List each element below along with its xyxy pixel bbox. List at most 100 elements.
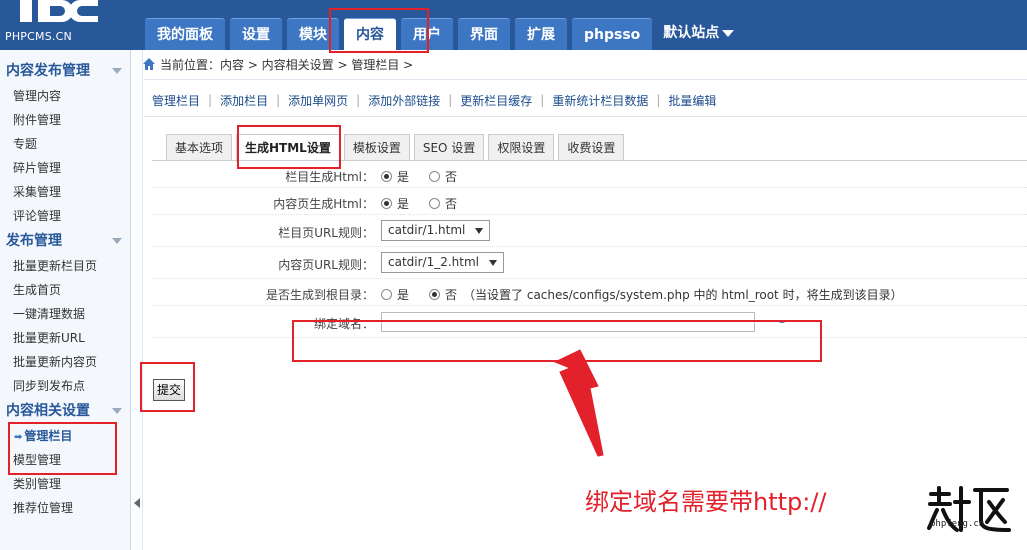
select-value: catdir/1_2.html	[388, 255, 480, 269]
nav-tab-settings[interactable]: 设置	[230, 18, 282, 50]
radio-unchecked-icon	[429, 198, 441, 209]
separator: |	[208, 93, 213, 107]
radio-category-html-no[interactable]: 否	[429, 168, 457, 185]
radio-label: 否	[445, 197, 458, 211]
chevron-down-icon	[112, 408, 122, 414]
sidebar-item-collect[interactable]: 采集管理	[0, 180, 130, 204]
sidebar-section-title: 发布管理	[6, 233, 62, 249]
home-icon[interactable]	[142, 57, 156, 71]
sidebar-item-fragments[interactable]: 碎片管理	[0, 156, 130, 180]
tab-basic[interactable]: 基本选项	[166, 134, 233, 161]
top-nav: 我的面板 设置 模块 内容 用户 界面 扩展 phpsso 默认站点	[145, 18, 740, 50]
sidebar-item-manage-category[interactable]: ➡ 管理栏目	[0, 424, 130, 448]
nav-tab-dashboard[interactable]: 我的面板	[145, 18, 225, 50]
sidebar-item-sync-publish[interactable]: 同步到发布点	[0, 374, 130, 398]
radio-label: 是	[397, 288, 410, 302]
caret-down-icon	[722, 29, 735, 37]
main-panel: 当前位置：内容 > 内容相关设置 > 管理栏目 > 管理栏目 | 添加栏目 | 添加…	[142, 50, 1027, 550]
html-settings-form: 栏目生成Html： 是 否 内容页生成Html： 是 否 栏目页URL规则： c…	[152, 161, 1027, 338]
action-batch-edit[interactable]: 批量编辑	[668, 92, 716, 109]
nav-tab-content[interactable]: 内容	[344, 18, 396, 50]
form-row-root-dir: 是否生成到根目录： 是 否 （当设置了 caches/configs/syste…	[152, 279, 1027, 306]
radio-label: 否	[445, 170, 458, 184]
phpcms-logo-icon	[20, 0, 98, 22]
sidebar-item-comments[interactable]: 评论管理	[0, 204, 130, 228]
radio-content-html-yes[interactable]: 是	[381, 195, 409, 212]
radio-checked-icon	[381, 171, 392, 182]
action-add-single-page[interactable]: 添加单网页	[288, 92, 348, 109]
sidebar-item-model-manage[interactable]: 模型管理	[0, 448, 130, 472]
chevron-down-icon	[112, 238, 122, 244]
separator: |	[448, 93, 453, 107]
sidebar-section-publish[interactable]: 发布管理	[0, 228, 130, 254]
sidebar: 内容发布管理 管理内容 附件管理 专题 碎片管理 采集管理 评论管理 发布管理 …	[0, 50, 131, 550]
radio-unchecked-icon	[429, 171, 441, 182]
nav-tab-phpsso[interactable]: phpsso	[572, 18, 653, 50]
radio-label: 是	[397, 197, 410, 211]
sidebar-item-update-url[interactable]: 批量更新URL	[0, 326, 130, 350]
bind-domain-input[interactable]	[381, 312, 755, 332]
field-label: 栏目页URL规则：	[278, 226, 374, 240]
caret-down-icon	[475, 227, 484, 234]
nav-tab-users[interactable]: 用户	[401, 18, 453, 50]
top-header: PHPCMS.CN 我的面板 设置 模块 内容 用户 界面 扩展 phpsso …	[0, 0, 1027, 50]
field-label: 内容页生成Html：	[273, 197, 374, 211]
radio-checked-icon	[381, 198, 392, 209]
sidebar-section-content-settings[interactable]: 内容相关设置	[0, 398, 130, 424]
radio-root-dir-yes[interactable]: 是	[381, 286, 409, 303]
separator: |	[656, 93, 661, 107]
tab-seo[interactable]: SEO 设置	[413, 134, 485, 161]
sidebar-item-attachments[interactable]: 附件管理	[0, 108, 130, 132]
radio-content-html-no[interactable]: 否	[429, 195, 457, 212]
annotation-note: 绑定域名需要带http://	[585, 488, 827, 516]
separator: |	[276, 93, 281, 107]
sidebar-item-clean-data[interactable]: 一键清理数据	[0, 302, 130, 326]
action-manage-category[interactable]: 管理栏目	[152, 92, 200, 109]
action-add-external-link[interactable]: 添加外部链接	[368, 92, 440, 109]
submit-button[interactable]: 提交	[153, 379, 186, 401]
sidebar-section-title: 内容相关设置	[6, 403, 90, 419]
sidebar-section-content-publish[interactable]: 内容发布管理	[0, 58, 130, 84]
logo-text: PHPCMS.CN	[5, 30, 72, 43]
action-update-cache[interactable]: 更新栏目缓存	[460, 92, 532, 109]
action-recount-data[interactable]: 重新统计栏目数据	[552, 92, 648, 109]
field-label: 栏目生成Html：	[285, 170, 374, 184]
content-url-rule-select[interactable]: catdir/1_2.html	[381, 252, 505, 273]
sidebar-item-update-category-pages[interactable]: 批量更新栏目页	[0, 254, 130, 278]
nav-tab-modules[interactable]: 模块	[287, 18, 339, 50]
sidebar-item-label: 管理栏目	[24, 429, 73, 443]
tab-permissions[interactable]: 权限设置	[488, 134, 555, 161]
tab-template[interactable]: 模板设置	[343, 134, 410, 161]
form-row-category-html: 栏目生成Html： 是 否	[152, 161, 1027, 188]
tab-charges[interactable]: 收费设置	[558, 134, 625, 161]
field-label: 内容页URL规则：	[278, 258, 374, 272]
sidebar-item-generate-home[interactable]: 生成首页	[0, 278, 130, 302]
chevron-down-icon	[112, 68, 122, 74]
sidebar-item-type-manage[interactable]: 类别管理	[0, 472, 130, 496]
nav-tab-extensions[interactable]: 扩展	[515, 18, 567, 50]
watermark-url: phpfeng.cn	[930, 519, 985, 529]
sidebar-collapse-handle[interactable]	[131, 50, 143, 550]
category-actions: 管理栏目 | 添加栏目 | 添加单网页 | 添加外部链接 | 更新栏目缓存 | 重新统计栏…	[152, 90, 716, 110]
breadcrumb: 当前位置：内容 > 内容相关设置 > 管理栏目 >	[142, 50, 1027, 80]
sidebar-section-title: 内容发布管理	[6, 63, 90, 79]
tab-html-settings[interactable]: 生成HTML设置	[236, 134, 340, 162]
separator: |	[540, 93, 545, 107]
site-selector[interactable]: 默认站点	[657, 18, 740, 50]
phpcms-logo[interactable]: PHPCMS.CN	[0, 0, 140, 50]
settings-tabs: 基本选项 生成HTML设置 模板设置 SEO 设置 权限设置 收费设置	[166, 134, 625, 162]
sidebar-item-position-manage[interactable]: 推荐位管理	[0, 496, 130, 520]
nav-tab-interface[interactable]: 界面	[458, 18, 510, 50]
divider	[144, 116, 1027, 117]
form-row-category-url-rule: 栏目页URL规则： catdir/1.html	[152, 215, 1027, 247]
category-url-rule-select[interactable]: catdir/1.html	[381, 220, 491, 241]
sidebar-item-manage-content[interactable]: 管理内容	[0, 84, 130, 108]
radio-category-html-yes[interactable]: 是	[381, 168, 409, 185]
collapse-left-icon	[134, 498, 140, 508]
radio-root-dir-no[interactable]: 否	[429, 286, 457, 303]
sidebar-item-update-content-pages[interactable]: 批量更新内容页	[0, 350, 130, 374]
radio-label: 否	[445, 288, 458, 302]
action-add-category[interactable]: 添加栏目	[220, 92, 268, 109]
radio-checked-icon	[429, 289, 441, 300]
sidebar-item-topics[interactable]: 专题	[0, 132, 130, 156]
